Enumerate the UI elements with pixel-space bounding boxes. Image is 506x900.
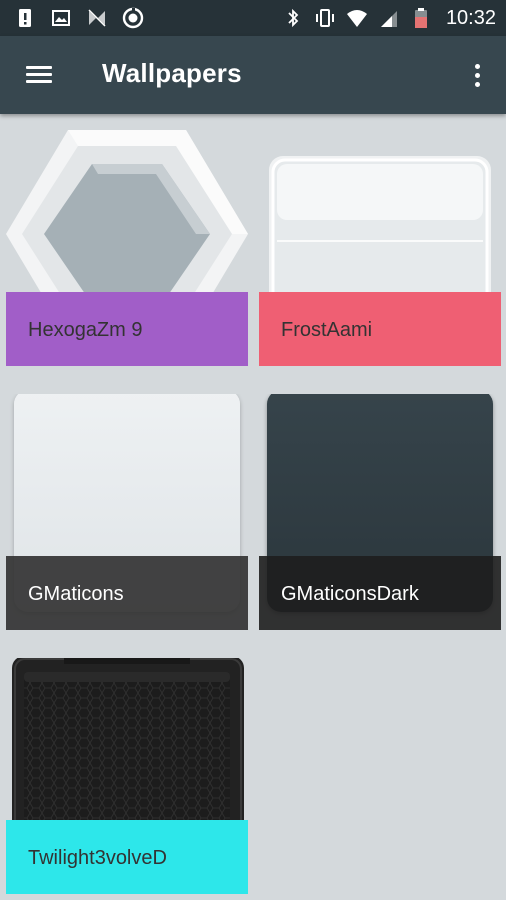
cast-off-icon	[88, 9, 106, 27]
wifi-icon	[346, 10, 367, 27]
more-vert-icon[interactable]	[468, 60, 488, 92]
status-bar-system: 10:32	[282, 6, 496, 30]
wallpaper-name: FrostAami	[281, 319, 373, 341]
wallpaper-label: HexogaZm 9	[6, 292, 248, 366]
status-time: 10:32	[445, 7, 496, 29]
image-icon	[52, 10, 70, 26]
hamburger-menu-icon[interactable]	[22, 60, 56, 90]
alert-icon	[19, 9, 31, 27]
sync-icon	[122, 7, 144, 29]
status-bar: 10:32	[0, 0, 506, 36]
wallpaper-label: FrostAami	[259, 292, 501, 366]
wallpaper-card-hexogazm[interactable]: HexogaZm 9	[6, 130, 248, 366]
wallpaper-label: GMaticonsDark	[259, 556, 501, 630]
bluetooth-icon	[288, 8, 299, 28]
wallpaper-label: GMaticons	[6, 556, 248, 630]
wallpaper-card-frostaami[interactable]: FrostAami	[259, 130, 501, 366]
wallpaper-name: Twilight3volveD	[28, 847, 167, 869]
wallpaper-card-gmaticons[interactable]: GMaticons	[6, 394, 248, 630]
page-title: Wallpapers	[102, 58, 242, 88]
app-bar: Wallpapers	[0, 36, 506, 114]
signal-icon	[380, 11, 397, 27]
status-bar-notifications	[14, 7, 144, 29]
vibrate-icon	[315, 9, 334, 27]
battery-icon	[414, 8, 427, 28]
wallpaper-card-twilight3volved[interactable]: Twilight3volveD	[6, 658, 248, 894]
wallpaper-label: Twilight3volveD	[6, 820, 248, 894]
wallpaper-card-gmaticons-dark[interactable]: GMaticonsDark	[259, 394, 501, 630]
wallpaper-name: HexogaZm 9	[28, 319, 143, 341]
wallpaper-name: GMaticons	[28, 583, 124, 605]
wallpaper-name: GMaticonsDark	[281, 583, 419, 605]
